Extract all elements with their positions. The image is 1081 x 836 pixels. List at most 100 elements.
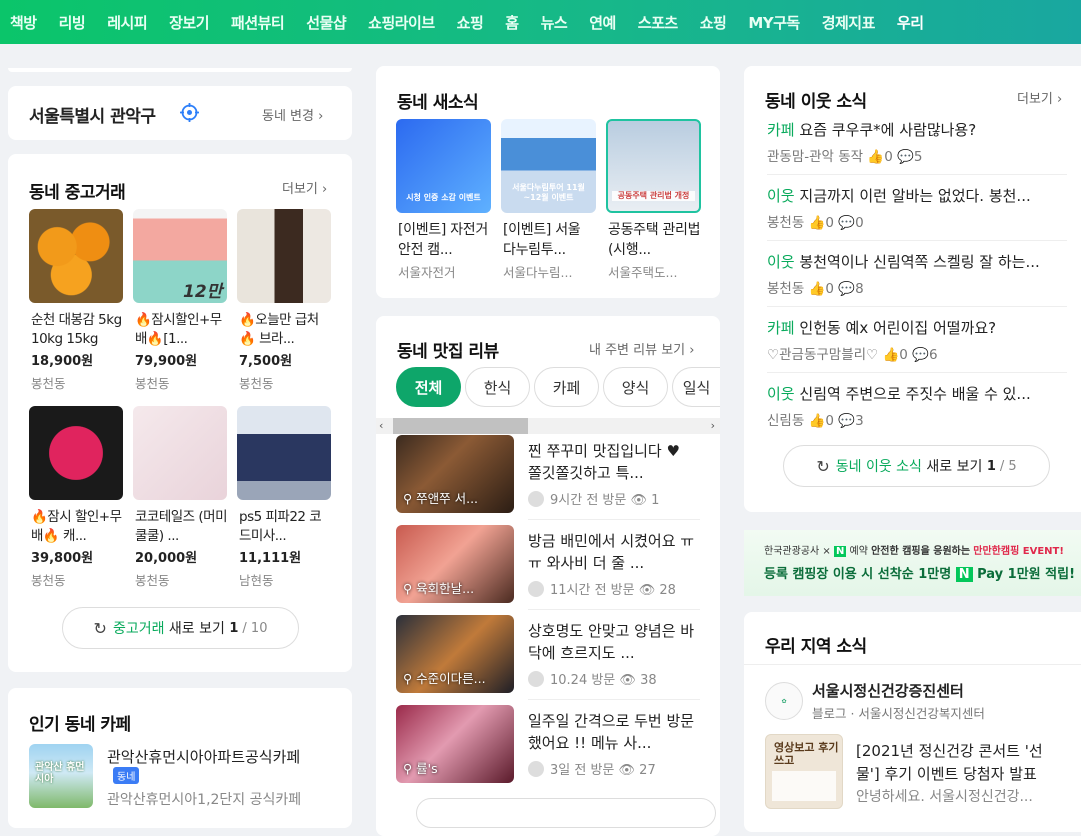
neighbor-likes: 0 <box>825 413 834 429</box>
neighbor-comments: 0 <box>855 215 864 231</box>
review-thumbnail[interactable]: ⚲ 육회한날... <box>396 525 514 603</box>
divider <box>528 519 700 520</box>
neighbor-author: 신림동 <box>767 413 805 429</box>
org-name[interactable]: 서울시정신건강증진센터 <box>812 680 964 701</box>
market-item-title[interactable]: ps5 피파22 코드미사... <box>239 508 333 546</box>
scroll-right-arrow-icon[interactable]: › <box>711 418 715 434</box>
neighbor-likes: 0 <box>825 215 834 231</box>
nav-tab[interactable]: 책방 <box>10 12 37 33</box>
market-item-image[interactable] <box>133 406 227 500</box>
market-item-image[interactable] <box>29 209 123 303</box>
market-item-image[interactable] <box>237 406 331 500</box>
nav-tab[interactable]: 쇼핑 <box>457 12 484 33</box>
review-text[interactable]: 상호명도 안맞고 양념은 바닥에 흐르지도 ... <box>528 620 696 664</box>
neighbors-reload-label: 동네 이웃 소식 <box>835 459 922 475</box>
review-thumbnail[interactable]: ⚲ 쭈앤쭈 서... <box>396 435 514 513</box>
nav-tab[interactable]: 패션뷰티 <box>231 12 285 33</box>
card-edge <box>8 68 352 72</box>
nav-tab[interactable]: 경제지표 <box>822 12 876 33</box>
eye-icon: 👁 <box>626 493 652 508</box>
naver-pay-icon: N <box>955 567 973 582</box>
neighbor-post[interactable]: 이웃 신림역 주변으로 주짓수 배울 수 있... <box>767 383 1059 404</box>
review-place: ⚲ 쭈앤쭈 서... <box>403 488 478 507</box>
news-thumbnail[interactable]: 서울다누림투어 11월~12월 이벤트 <box>501 119 596 213</box>
market-more-link[interactable]: 더보기 › <box>282 178 327 197</box>
nav-tab[interactable]: 선물샵 <box>306 12 346 33</box>
neighbor-post[interactable]: 카페 요즘 쿠우쿠*에 사람많나용? <box>767 119 1059 140</box>
review-chip[interactable]: 한식 <box>465 367 530 407</box>
neighbors-reload-button[interactable]: ↻ 동네 이웃 소식 새로 보기 1/ 5 <box>783 445 1050 487</box>
review-time: 3일 전 방문 <box>550 763 615 778</box>
divider <box>767 372 1067 373</box>
neighbor-post[interactable]: 이웃 봉천역이나 신림역쪽 스켈링 잘 하는... <box>767 251 1059 272</box>
camping-ad-banner[interactable]: 한국관광공사 × N 예약 안전한 캠핑을 응원하는 만만한캠핑 EVENT! … <box>744 530 1081 596</box>
review-text[interactable]: 일주일 간격으로 두번 방문했어요 !! 메뉴 사... <box>528 710 696 754</box>
neighbor-post[interactable]: 이웃 지금까지 이런 알바는 없었다. 봉천... <box>767 185 1059 206</box>
location-change-link[interactable]: 동네 변경 › <box>262 105 323 124</box>
reviews-more-link[interactable]: 내 주변 리뷰 보기 › <box>589 339 694 358</box>
market-card: 동네 중고거래 더보기 › 순천 대봉감 5kg 10kg 15kg 18,900… <box>8 154 352 672</box>
news-item-title[interactable]: 공동주택 관리법(시행... <box>608 220 702 260</box>
neighbor-meta: 관동맘-관악 동작 👍0 💬5 <box>767 145 923 165</box>
market-item-price: 7,500원 <box>239 354 293 369</box>
review-text[interactable]: 찐 쭈꾸미 맛집입니다 ♥ 쫄깃쫄깃하고 특... <box>528 440 696 484</box>
nav-tab[interactable]: 쇼핑라이브 <box>368 12 435 33</box>
nav-tab[interactable]: 뉴스 <box>541 12 568 33</box>
nav-tab[interactable]: 리빙 <box>59 12 86 33</box>
market-reload-button[interactable]: ↻ 중고거래 새로 보기 1/ 10 <box>62 607 299 649</box>
review-thumbnail[interactable]: ⚲ 수준이다른... <box>396 615 514 693</box>
market-item-image[interactable] <box>237 209 331 303</box>
scroll-left-arrow-icon[interactable]: ‹ <box>379 418 383 434</box>
reviews-more-button[interactable] <box>416 798 716 828</box>
location-change-label: 동네 변경 <box>262 109 314 124</box>
nav-tab[interactable]: MY구독 <box>748 12 800 33</box>
market-item-title[interactable]: 코코테일즈 (머미쿨쿨) ... <box>135 508 229 546</box>
nav-tab[interactable]: 레시피 <box>107 12 147 33</box>
region-post-title[interactable]: [2021년 정신건강 콘서트 '선물'] 후기 이벤트 당첨자 발표 <box>856 740 1056 786</box>
market-reload-label: 중고거래 <box>112 621 165 637</box>
neighbor-post-text: 요즘 쿠우쿠*에 사람많나용? <box>799 121 977 139</box>
divider <box>528 699 700 700</box>
market-item-title[interactable]: 🔥오늘만 급처🔥 브라... <box>239 311 333 349</box>
cafe-name[interactable]: 관악산휴먼시아아파트공식카페 <box>107 746 300 767</box>
nav-tab[interactable]: 장보기 <box>169 12 209 33</box>
review-chip[interactable]: 양식 <box>603 367 668 407</box>
market-item-image[interactable] <box>29 406 123 500</box>
neighbors-more-link[interactable]: 더보기 › <box>1017 88 1062 107</box>
region-post-thumbnail[interactable]: 영상보고 후기쓰고 <box>765 734 843 809</box>
news-thumbnail[interactable]: 공동주택 관리법 개정 <box>606 119 701 213</box>
news-thumbnail[interactable]: 시청 인증 소감 이벤트 <box>396 119 491 213</box>
nav-tab[interactable]: 우리 <box>897 12 924 33</box>
review-chip[interactable]: 전체 <box>396 367 461 407</box>
org-avatar[interactable]: ✿ <box>765 682 803 720</box>
neighbor-post[interactable]: 카페 인헌동 예x 어린이집 어떨까요? <box>767 317 1059 338</box>
nav-tab[interactable]: 홈 <box>505 12 519 33</box>
gps-target-icon[interactable] <box>180 103 199 122</box>
nav-tab[interactable]: 스포츠 <box>638 12 678 33</box>
reviews-title: 동네 맛집 리뷰 <box>397 342 499 362</box>
news-item-title[interactable]: [이벤트] 서울 다누림투... <box>503 220 597 260</box>
market-reload-count: 1 <box>229 620 239 636</box>
news-card: 동네 새소식 시청 인증 소감 이벤트 [이벤트] 자전거 안전 캠... 서울자전… <box>376 66 720 298</box>
review-time: 10.24 방문 <box>550 673 616 688</box>
banner-line1c: 안전한 캠핑을 응원하는 <box>871 546 971 557</box>
nav-tab[interactable]: 쇼핑 <box>700 12 727 33</box>
review-chip[interactable]: 카페 <box>534 367 599 407</box>
location-pin-icon: ⚲ <box>403 491 417 506</box>
market-item-title[interactable]: 🔥잠시 할인+무배🔥 캐... <box>31 508 125 546</box>
divider <box>767 306 1067 307</box>
cafe-thumbnail[interactable]: 관악산 휴먼시아 <box>29 744 93 808</box>
scrollbar-thumb[interactable] <box>393 418 528 434</box>
neighbor-post-text: 봉천역이나 신림역쪽 스켈링 잘 하는... <box>799 253 1040 271</box>
news-item-title[interactable]: [이벤트] 자전거 안전 캠... <box>398 220 492 260</box>
review-text[interactable]: 방금 배민에서 시켰어요 ㅠㅠ 와사비 더 줄 ... <box>528 530 696 574</box>
review-chip[interactable]: 일식 <box>672 367 720 407</box>
horizontal-scrollbar[interactable]: ‹ › <box>376 418 720 434</box>
market-title: 동네 중고거래 <box>29 183 126 203</box>
market-item-image[interactable]: 12만 <box>133 209 227 303</box>
neighbor-meta: ♡관금동구맘블리♡ 👍0 💬6 <box>767 343 938 363</box>
review-thumbnail[interactable]: ⚲ 률's <box>396 705 514 783</box>
market-item-title[interactable]: 순천 대봉감 5kg 10kg 15kg <box>31 311 125 349</box>
market-item-title[interactable]: 🔥잠시할인+무배🔥[1... <box>135 311 229 349</box>
nav-tab[interactable]: 연예 <box>589 12 616 33</box>
